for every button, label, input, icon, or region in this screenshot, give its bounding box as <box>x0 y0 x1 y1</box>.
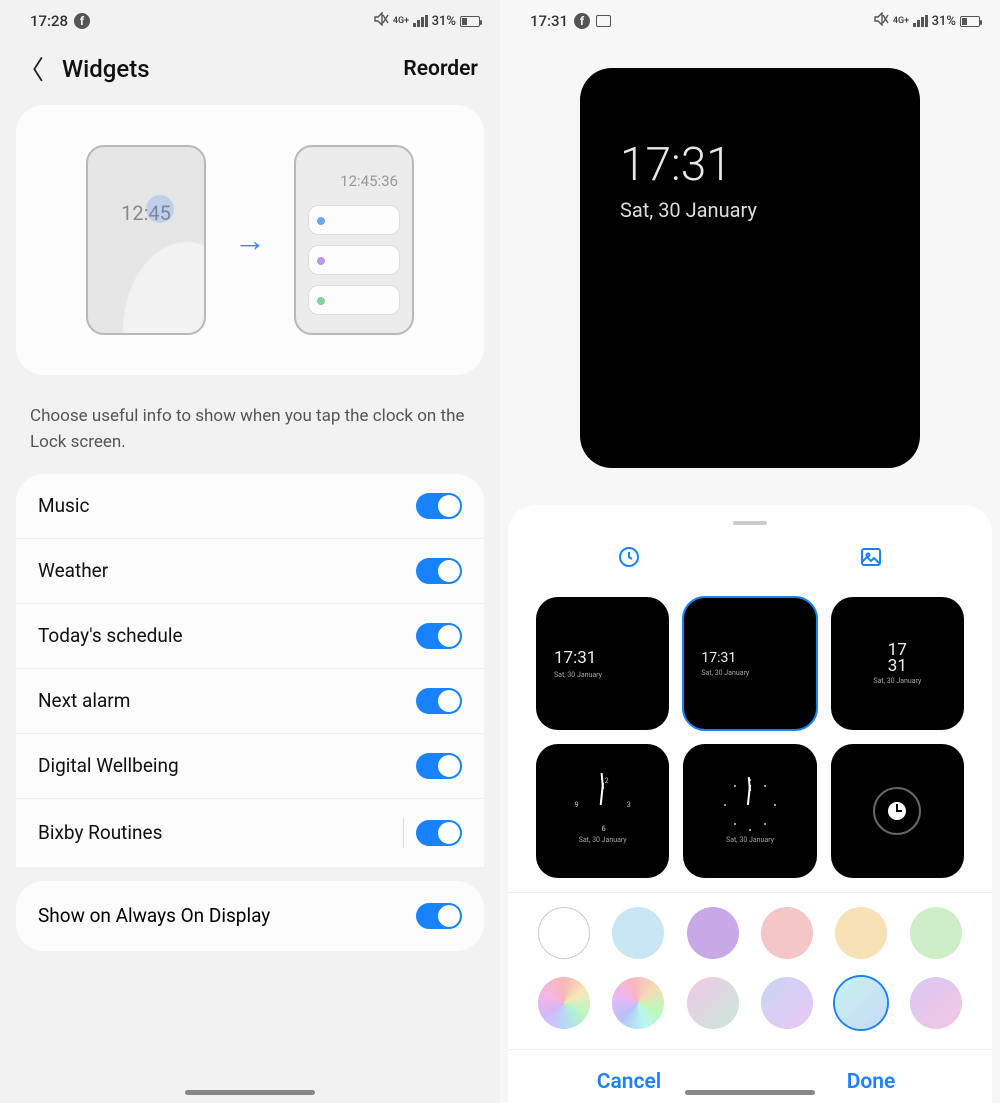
aod-row[interactable]: Show on Always On Display <box>16 881 484 951</box>
tab-row <box>508 535 992 579</box>
illustration-card: 12:45 → 12:45:36 <box>16 105 484 375</box>
color-swatch[interactable] <box>910 907 962 959</box>
sheet-grabber[interactable] <box>733 521 767 525</box>
clock-style-option[interactable]: 12 3 6 9 Sat, 30 January <box>536 744 669 877</box>
facebook-icon: f <box>74 13 90 29</box>
signal-icon <box>413 15 428 27</box>
clock-style-grid: 17:31 Sat, 30 January 17:31 Sat, 30 Janu… <box>508 579 992 892</box>
style-time: 1731 <box>888 642 907 674</box>
clock-style-option[interactable] <box>831 744 964 877</box>
battery-label: 31% <box>932 14 956 29</box>
row-label: Show on Always On Display <box>38 904 270 927</box>
color-swatch[interactable] <box>538 907 590 959</box>
toggle-switch[interactable] <box>416 753 462 779</box>
clock-style-screen: 17:31 f 4G+ 31% 17:31 Sat, 30 January <box>500 0 1000 1103</box>
home-indicator[interactable] <box>685 1090 815 1095</box>
preview-date: Sat, 30 January <box>620 198 920 222</box>
home-indicator[interactable] <box>185 1090 315 1095</box>
style-date: Sat, 30 January <box>554 671 602 679</box>
row-label: Next alarm <box>38 689 130 712</box>
style-date: Sat, 30 January <box>701 669 749 677</box>
color-swatch[interactable] <box>761 907 813 959</box>
analog-clock-icon <box>722 777 778 833</box>
back-icon[interactable]: 〈 <box>18 50 44 87</box>
network-label: 4G+ <box>393 17 409 26</box>
network-label: 4G+ <box>893 17 909 26</box>
illust-phone-after: 12:45:36 <box>294 145 414 335</box>
color-swatch[interactable] <box>687 907 739 959</box>
toggle-row-alarm[interactable]: Next alarm <box>16 668 484 733</box>
row-label: Today's schedule <box>38 624 183 647</box>
battery-icon <box>960 16 980 27</box>
toggle-row-weather[interactable]: Weather <box>16 538 484 603</box>
style-time: 17:31 <box>554 648 596 668</box>
clock-style-option[interactable]: 17:31 Sat, 30 January <box>683 597 816 730</box>
style-date: Sat, 30 January <box>579 836 627 844</box>
style-time: 17:31 <box>701 650 736 666</box>
style-sheet: 17:31 Sat, 30 January 17:31 Sat, 30 Janu… <box>508 505 992 1103</box>
tab-clock[interactable] <box>508 535 750 579</box>
style-date: Sat, 30 January <box>873 677 921 685</box>
status-time: 17:28 <box>30 12 68 30</box>
status-bar: 17:31 f 4G+ 31% <box>500 0 1000 38</box>
color-swatch-grid <box>508 892 992 1043</box>
row-label: Digital Wellbeing <box>38 754 179 777</box>
toggle-switch[interactable] <box>416 623 462 649</box>
toggle-switch[interactable] <box>416 688 462 714</box>
toggle-switch[interactable] <box>416 820 462 846</box>
style-date: Sat, 30 January <box>726 836 774 844</box>
divider <box>403 818 404 848</box>
color-swatch[interactable] <box>910 977 962 1029</box>
color-swatch[interactable] <box>835 907 887 959</box>
color-swatch[interactable] <box>538 977 590 1029</box>
toggle-row-bixby[interactable]: Bixby Routines <box>16 798 484 867</box>
color-swatch[interactable] <box>687 977 739 1029</box>
color-swatch[interactable] <box>612 907 664 959</box>
toggle-row-wellbeing[interactable]: Digital Wellbeing <box>16 733 484 798</box>
arrow-right-icon: → <box>234 221 266 259</box>
header: 〈 Widgets Reorder <box>0 38 500 105</box>
toggle-switch[interactable] <box>416 493 462 519</box>
clock-style-option[interactable]: 17:31 Sat, 30 January <box>536 597 669 730</box>
clock-style-option[interactable]: Sat, 30 January <box>683 744 816 877</box>
page-title: Widgets <box>62 55 150 83</box>
preview-time: 17:31 <box>620 138 920 192</box>
tab-image[interactable] <box>750 535 992 579</box>
illust-time-after: 12:45:36 <box>340 172 398 190</box>
toggle-switch[interactable] <box>416 558 462 584</box>
mute-icon <box>373 12 389 30</box>
row-label: Bixby Routines <box>38 821 162 844</box>
toggle-row-schedule[interactable]: Today's schedule <box>16 603 484 668</box>
facebook-icon: f <box>574 13 590 29</box>
color-swatch[interactable] <box>612 977 664 1029</box>
widget-toggle-list: Music Weather Today's schedule Next alar… <box>16 474 484 867</box>
mute-icon <box>873 12 889 30</box>
row-label: Weather <box>38 559 108 582</box>
clock-style-option[interactable]: 1731 Sat, 30 January <box>831 597 964 730</box>
status-time: 17:31 <box>530 12 568 30</box>
reorder-button[interactable]: Reorder <box>403 57 478 81</box>
signal-icon <box>913 15 928 27</box>
illust-phone-before: 12:45 <box>86 145 206 335</box>
color-swatch[interactable] <box>835 977 887 1029</box>
toggle-switch[interactable] <box>416 903 462 929</box>
color-swatch[interactable] <box>761 977 813 1029</box>
description-text: Choose useful info to show when you tap … <box>0 393 500 474</box>
clock-icon <box>873 787 921 835</box>
status-bar: 17:28 f 4G+ 31% <box>0 0 500 38</box>
toggle-row-music[interactable]: Music <box>16 474 484 538</box>
widgets-settings-screen: 17:28 f 4G+ 31% 〈 Widgets Reorder 12:45 <box>0 0 500 1103</box>
battery-label: 31% <box>432 14 456 29</box>
gallery-icon <box>596 15 611 27</box>
lock-screen-preview: 17:31 Sat, 30 January <box>580 68 920 468</box>
battery-icon <box>460 16 480 27</box>
analog-clock-icon: 12 3 6 9 <box>575 777 631 833</box>
row-label: Music <box>38 494 89 517</box>
